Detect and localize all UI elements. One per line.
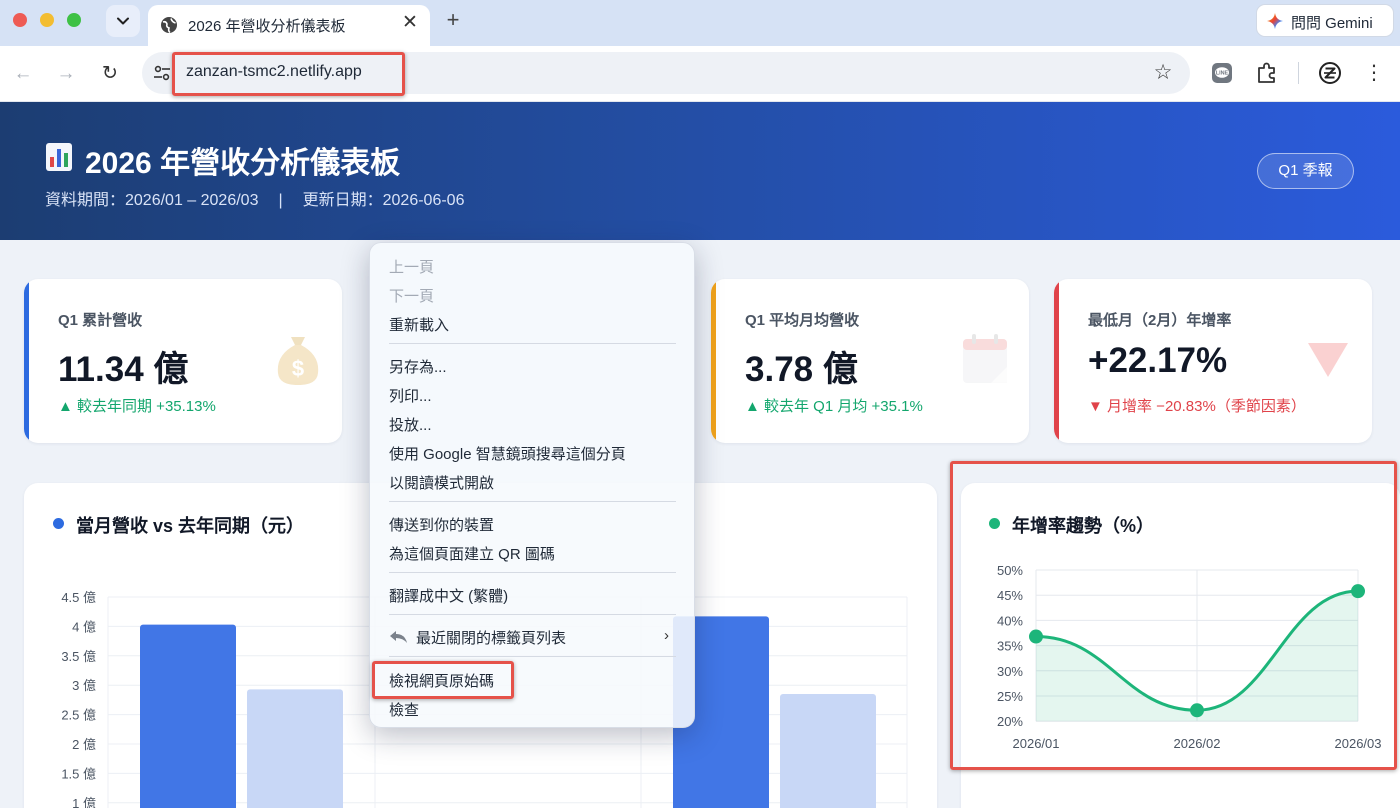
forward-button[interactable]: → [52, 60, 80, 88]
annotation-box-url [172, 52, 405, 96]
menu-item-qr-code[interactable]: 為這個頁面建立 QR 圖碼 [389, 543, 555, 564]
menu-separator [389, 614, 676, 615]
annotation-box-line-chart [950, 461, 1397, 770]
y-tick-label: 2 億 [72, 737, 96, 752]
y-tick-label: 1.5 億 [61, 766, 96, 781]
gemini-label: 問問 Gemini [1291, 15, 1373, 32]
down-triangle-icon [1308, 343, 1348, 377]
close-window-button[interactable] [13, 13, 27, 27]
q1-report-badge[interactable]: Q1 季報 [1257, 153, 1354, 189]
tab-strip: 2026 年營收分析儀表板 ✕ + 問問 Gemini [0, 0, 1400, 46]
svg-text:$: $ [292, 356, 304, 381]
kpi-card-monthly-average: Q1 平均月均營收 3.78 億 ▲ 較去年 Q1 月均 +35.1% [711, 279, 1029, 443]
back-button[interactable]: ← [9, 60, 37, 88]
kpi-label: Q1 平均月均營收 [745, 312, 860, 329]
kpi-value: +22.17% [1088, 341, 1228, 380]
menu-separator [389, 343, 676, 344]
data-period: 資料期間：2026/01 – 2026/03 [45, 192, 259, 209]
gemini-button[interactable]: 問問 Gemini [1256, 4, 1394, 37]
kpi-delta: ▲ 較去年 Q1 月均 +35.1% [745, 398, 923, 415]
kpi-value: 3.78 億 [745, 350, 858, 389]
bar [247, 689, 343, 808]
new-tab-button[interactable]: + [441, 7, 465, 33]
menu-item-reload[interactable]: 重新載入 [389, 314, 449, 335]
y-tick-label: 1 億 [72, 796, 96, 808]
kpi-delta: ▲ 較去年同期 +35.13% [58, 398, 216, 415]
kpi-accent-stripe [1054, 279, 1059, 443]
bar [140, 624, 236, 808]
kpi-card-q1-revenue: Q1 累計營收 11.34 億 ▲ 較去年同期 +35.13% $ [24, 279, 342, 443]
minimize-window-button[interactable] [40, 13, 54, 27]
submenu-arrow-icon: › [664, 627, 669, 644]
line-extension-icon[interactable]: LINE [1209, 60, 1235, 86]
y-tick-label: 2.5 億 [61, 708, 96, 723]
dashboard-header: 2026 年營收分析儀表板 資料期間：2026/01 – 2026/03 | 更新日… [0, 102, 1400, 240]
kpi-value: 11.34 億 [58, 350, 189, 389]
globe-icon [161, 17, 177, 34]
profile-avatar-icon[interactable] [1317, 60, 1343, 86]
svg-text:LINE: LINE [1216, 71, 1229, 77]
annotation-box-view-source [372, 661, 514, 699]
kpi-card-lowest-month: 最低月（2月）年增率 +22.17% ▼ 月增率 −20.83%（季節因素） [1054, 279, 1372, 443]
menu-item-cast[interactable]: 投放... [389, 414, 432, 435]
menu-item-inspect[interactable]: 檢查 [389, 699, 419, 720]
menu-separator [389, 656, 676, 657]
y-tick-label: 3.5 億 [61, 649, 96, 664]
bar-chart-icon [46, 143, 72, 171]
kpi-label: 最低月（2月）年增率 [1088, 312, 1232, 329]
y-tick-label: 3 億 [72, 678, 96, 693]
gemini-sparkle-icon [1267, 13, 1283, 29]
reload-button[interactable]: ↻ [96, 60, 124, 88]
bar [780, 694, 876, 808]
tab-title: 2026 年營收分析儀表板 [188, 18, 346, 35]
y-tick-label: 4.5 億 [61, 590, 96, 605]
tab-search-button[interactable] [106, 5, 140, 37]
browser-tab[interactable]: 2026 年營收分析儀表板 ✕ [148, 5, 430, 46]
calendar-icon [963, 334, 1007, 383]
menu-item-reading-mode[interactable]: 以閱讀模式開啟 [389, 472, 494, 493]
zoom-window-button[interactable] [67, 13, 81, 27]
bookmark-star-button[interactable]: ☆ [1150, 59, 1176, 87]
extensions-puzzle-icon[interactable] [1254, 60, 1280, 86]
menu-item-save-as[interactable]: 另存為... [389, 356, 447, 377]
menu-item-print[interactable]: 列印... [389, 385, 432, 406]
menu-separator [389, 501, 676, 502]
kpi-accent-stripe [24, 279, 29, 443]
menu-item-back[interactable]: 上一頁 [389, 256, 434, 277]
undo-arrow-icon [390, 631, 407, 643]
menu-item-send-to-devices[interactable]: 傳送到你的裝置 [389, 514, 494, 535]
site-settings-icon [154, 65, 170, 81]
chevron-down-icon [117, 17, 129, 25]
toolbar-divider [1298, 62, 1299, 84]
browser-menu-button[interactable]: ⋮ [1362, 58, 1386, 88]
page-meta: 資料期間：2026/01 – 2026/03 | 更新日期：2026-06-06 [45, 186, 464, 210]
money-bag-icon: $ [277, 337, 319, 385]
kpi-accent-stripe [711, 279, 716, 443]
menu-item-forward[interactable]: 下一頁 [389, 285, 434, 306]
page-title: 2026 年營收分析儀表板 [85, 147, 401, 180]
updated-date: 更新日期：2026-06-06 [302, 192, 465, 209]
tab-close-button[interactable]: ✕ [398, 11, 422, 35]
menu-item-translate[interactable]: 翻譯成中文 (繁體) [389, 585, 508, 606]
meta-divider: | [278, 192, 283, 209]
menu-item-google-lens[interactable]: 使用 Google 智慧鏡頭搜尋這個分頁 [389, 443, 626, 464]
context-menu: 上一頁 下一頁 重新載入 另存為... 列印... 投放... 使用 Googl… [369, 242, 695, 728]
kpi-label: Q1 累計營收 [58, 312, 143, 329]
y-tick-label: 4 億 [72, 619, 96, 634]
menu-separator [389, 572, 676, 573]
kpi-delta: ▼ 月增率 −20.83%（季節因素） [1088, 398, 1306, 415]
menu-item-recently-closed[interactable]: 最近關閉的標籤頁列表 [416, 627, 566, 648]
